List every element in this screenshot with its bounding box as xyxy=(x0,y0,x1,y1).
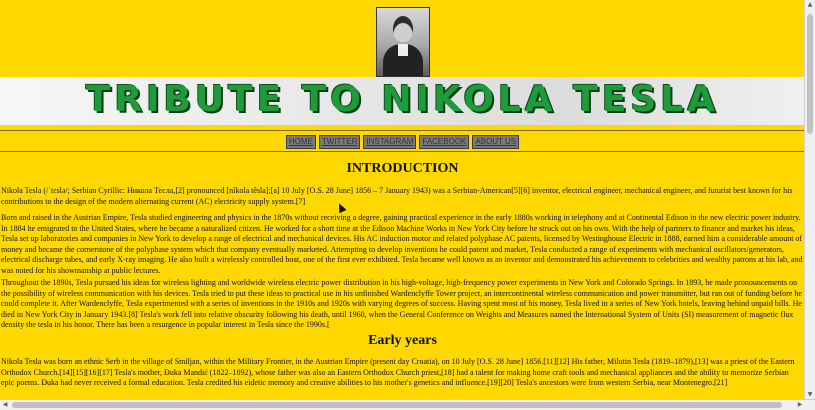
intro-paragraph-1: Nikola Tesla (/ˈtɛslə/; Serbian Cyrillic… xyxy=(1,186,793,206)
nav-twitter-link[interactable]: TWITTER xyxy=(318,135,361,149)
early-years-heading: Early years xyxy=(368,333,437,348)
divider-bottom xyxy=(0,151,805,152)
vertical-scrollbar[interactable]: ▲ ▼ xyxy=(804,0,815,400)
horizontal-scroll-thumb[interactable] xyxy=(12,402,782,408)
page: TRIBUTE TO NIKOLA TESLA HOME TWITTER INS… xyxy=(0,0,805,400)
nav-about-us-link[interactable]: ABOUT US xyxy=(472,135,520,149)
nav-bar: HOME TWITTER INSTAGRAM FACEBOOK ABOUT US xyxy=(0,135,805,149)
nav-instagram-link[interactable]: INSTAGRAM xyxy=(363,135,417,149)
tesla-portrait-image xyxy=(376,7,430,77)
early-years-paragraph: Nikola Tesla was born an ethnic Serb in … xyxy=(1,357,795,387)
intro-paragraph-3: Throughout the 1890s, Tesla pursued his … xyxy=(1,278,802,329)
intro-paragraph-2: Born and raised in the Austrian Empire, … xyxy=(1,213,803,275)
vertical-scroll-thumb[interactable] xyxy=(807,14,813,134)
introduction-heading: INTRODUCTION xyxy=(346,161,459,176)
scroll-right-arrow-icon[interactable]: ▶ xyxy=(795,400,805,410)
banner-title: TRIBUTE TO NIKOLA TESLA xyxy=(85,79,720,120)
nav-facebook-link[interactable]: FACEBOOK xyxy=(419,135,470,149)
title-banner: TRIBUTE TO NIKOLA TESLA xyxy=(0,77,805,125)
nav-home-link[interactable]: HOME xyxy=(285,135,316,149)
scroll-up-arrow-icon[interactable]: ▲ xyxy=(805,0,815,10)
horizontal-scrollbar[interactable]: ◀ ▶ xyxy=(0,399,815,410)
divider-top xyxy=(0,130,805,131)
scroll-left-arrow-icon[interactable]: ◀ xyxy=(0,400,10,410)
